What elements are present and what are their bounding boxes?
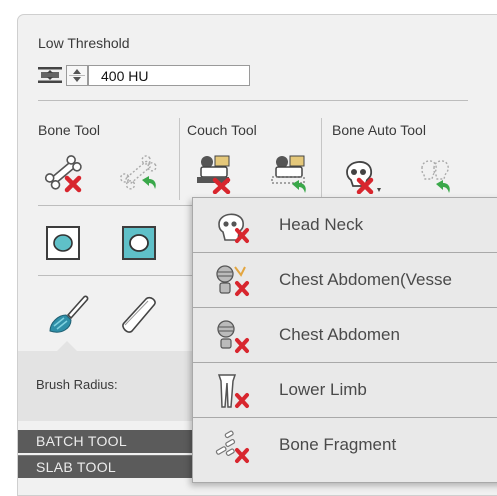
spin-down-icon: [73, 77, 81, 82]
bone-auto-tool-menu: Head Neck Chest Abdomen(Vesse Chest Abdo…: [192, 197, 497, 483]
menu-item-label: Chest Abdomen(Vesse: [279, 270, 452, 289]
bone-undo-icon[interactable]: [118, 152, 160, 194]
eraser-icon[interactable]: [118, 293, 164, 339]
low-threshold-input[interactable]: 400 HU: [88, 65, 250, 86]
menu-item-label: Lower Limb: [279, 380, 367, 399]
threshold-spinner[interactable]: [66, 65, 88, 86]
lower-limb-icon: [217, 374, 249, 408]
bone-tool-label: Bone Tool: [38, 122, 101, 138]
bone-auto-tool-label: Bone Auto Tool: [332, 122, 426, 138]
divider: [38, 100, 468, 101]
couch-tool-label: Couch Tool: [187, 122, 257, 138]
menu-item-chest-abdomen[interactable]: Chest Abdomen: [193, 308, 497, 363]
threshold-slider-icon[interactable]: [38, 67, 62, 83]
low-threshold-label: Low Threshold: [38, 35, 130, 51]
menu-item-label: Bone Fragment: [279, 435, 397, 454]
menu-item-lower-limb[interactable]: Lower Limb: [193, 363, 497, 418]
bone-fragment-icon: [215, 430, 249, 463]
menu-item-label: Head Neck: [279, 215, 364, 234]
menu-item-head-neck[interactable]: Head Neck: [193, 198, 497, 253]
spin-up-icon: [73, 69, 81, 74]
bone-auto-remove-icon[interactable]: [339, 152, 381, 194]
menu-item-bone-fragment[interactable]: Bone Fragment: [193, 418, 497, 473]
dropdown-arrow-icon: [377, 188, 381, 192]
hollow-circle-shape-button[interactable]: [122, 226, 156, 260]
bone-auto-undo-icon[interactable]: [416, 152, 458, 194]
menu-item-chest-abdomen-vessel[interactable]: Chest Abdomen(Vesse: [193, 253, 497, 308]
brush-icon[interactable]: [44, 293, 90, 339]
divider: [321, 118, 322, 200]
bone-remove-icon[interactable]: [43, 152, 85, 194]
divider: [179, 118, 180, 200]
chest-abdomen-icon: [217, 320, 249, 353]
menu-item-label: Chest Abdomen: [279, 325, 400, 344]
chest-abdomen-vessel-icon: [216, 265, 249, 296]
couch-undo-icon[interactable]: [268, 152, 310, 194]
couch-remove-icon[interactable]: [193, 152, 235, 194]
filled-circle-icon: [53, 234, 73, 252]
circle-shape-button[interactable]: [46, 226, 80, 260]
hollow-circle-icon: [129, 234, 149, 252]
brush-radius-label: Brush Radius:: [36, 377, 118, 392]
head-neck-icon: [218, 213, 249, 243]
